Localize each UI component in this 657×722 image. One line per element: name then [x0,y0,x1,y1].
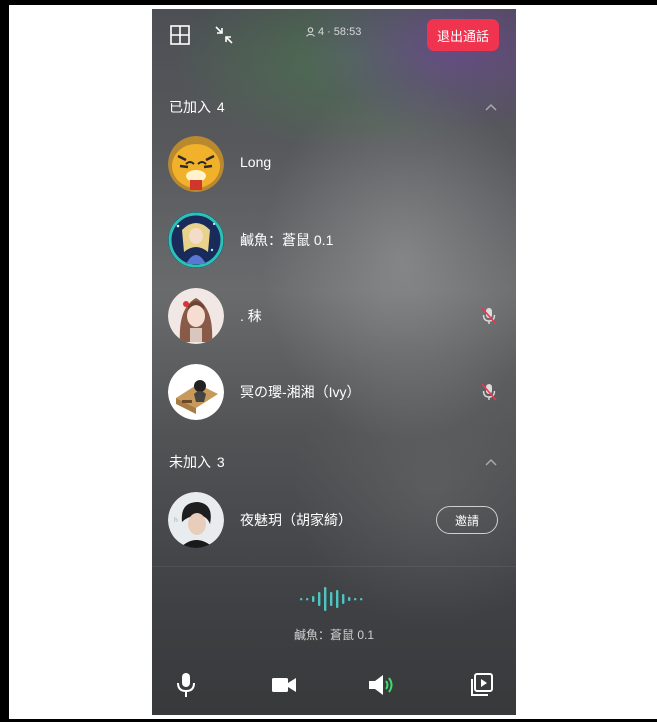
member-row[interactable]: . 秣 [168,288,498,348]
call-duration: 58:53 [333,26,362,38]
invite-button[interactable]: 邀請 [436,506,498,534]
not-joined-count: 3 [216,454,225,470]
member-row[interactable]: 冥の瓔-湘湘（Ivy） [168,364,498,424]
screen-share-icon[interactable] [468,671,496,699]
exit-call-button[interactable]: 退出通話 [427,19,499,51]
video-camera-icon[interactable] [270,671,298,699]
joined-count: 4 [216,99,225,115]
member-name: 鹹魚：蒼鼠 0.1 [240,232,334,248]
screenshot-border-left [0,0,9,722]
member-row[interactable]: h 夜魅玥（胡家綺） 邀請 [168,492,498,552]
person-icon [306,27,315,37]
not-joined-section-title: 未加入 [169,454,211,470]
audio-waveform-icon [300,587,363,611]
microphone-icon[interactable] [172,671,200,699]
joined-section-title: 已加入 [169,99,211,115]
chevron-up-icon[interactable] [483,99,499,115]
avatar [168,136,224,192]
speaker-icon[interactable] [368,671,396,699]
screenshot-border-top [0,0,657,5]
grid-view-icon[interactable] [168,23,192,47]
muted-mic-icon [481,307,497,325]
active-speaker-name: 鹹魚：蒼鼠 0.1 [293,628,375,642]
not-joined-section-header[interactable]: 未加入 3 [169,452,499,476]
divider [152,566,516,567]
voice-call-screen: 4 · 58:53 退出通話 已加入 4 Long 鹹魚：蒼鼠 0.1 . 秣 … [152,9,516,715]
avatar [168,212,224,268]
chevron-up-icon[interactable] [483,454,499,470]
member-row[interactable]: 鹹魚：蒼鼠 0.1 [168,212,498,272]
call-status: 4 · 58:53 [306,26,361,38]
member-name: 夜魅玥（胡家綺） [240,512,352,528]
member-name: 冥の瓔-湘湘（Ivy） [240,384,361,400]
muted-mic-icon [481,383,497,401]
minimize-icon[interactable] [212,23,236,47]
avatar: h [168,492,224,548]
call-top-bar: 4 · 58:53 退出通話 [152,9,516,65]
participant-count: 4 [318,26,325,38]
member-name: Long [240,154,272,170]
call-controls [152,665,516,705]
avatar [168,288,224,344]
svg-text:h: h [174,517,178,524]
member-name: . 秣 [240,308,262,324]
status-separator: · [327,26,331,38]
joined-section-header[interactable]: 已加入 4 [169,97,499,121]
member-row[interactable]: Long [168,136,498,196]
avatar [168,364,224,420]
